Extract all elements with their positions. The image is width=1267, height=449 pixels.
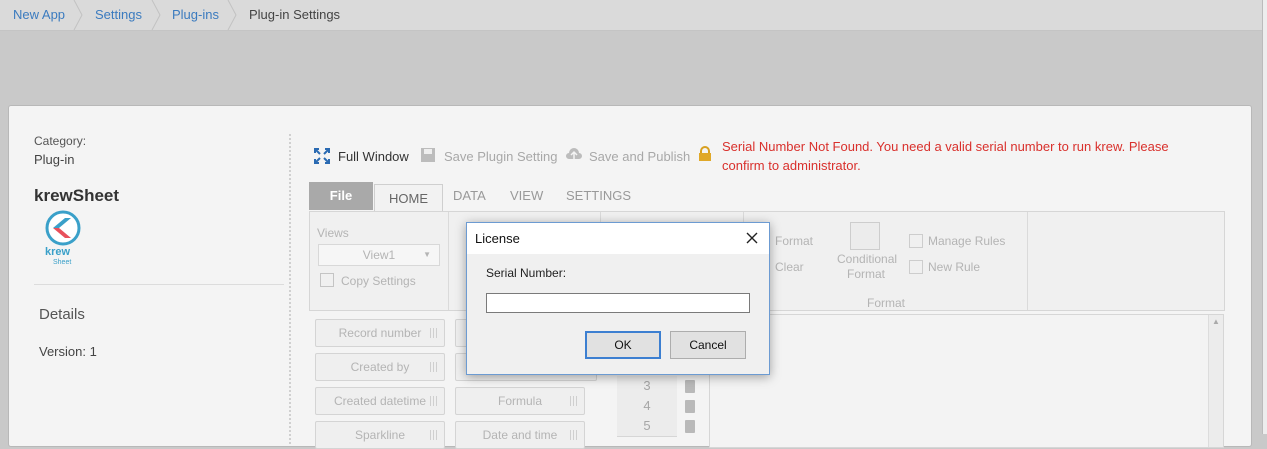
drag-handle-icon (430, 362, 438, 372)
manage-rules-button[interactable]: Manage Rules (928, 234, 1005, 248)
krew-logo: krew Sheet (39, 210, 87, 266)
details-heading: Details (39, 306, 85, 323)
copy-settings-button[interactable]: Copy Settings (341, 274, 416, 288)
cancel-button[interactable]: Cancel (670, 331, 746, 359)
row-number: 3 (617, 376, 677, 397)
drag-handle-icon (570, 430, 578, 440)
close-icon[interactable] (743, 229, 761, 247)
field-label: Formula (497, 394, 542, 408)
document-icon (685, 400, 695, 413)
logo-text: krew (45, 246, 71, 258)
serial-number-label: Serial Number: (486, 266, 567, 280)
drag-handle-icon (430, 396, 438, 406)
field-label: Sparkline (354, 428, 406, 442)
ok-button[interactable]: OK (585, 331, 661, 359)
view-select-value: View1 (362, 248, 396, 262)
page-scrollbar[interactable] (1262, 0, 1267, 434)
logo-sub: Sheet (53, 259, 72, 266)
category-label: Category: (34, 134, 87, 148)
breadcrumb: New App Settings Plug-ins Plug-in Settin… (0, 0, 1267, 31)
copy-icon (320, 273, 334, 287)
new-rule-icon (909, 260, 923, 274)
breadcrumb-new-app[interactable]: New App (13, 7, 65, 22)
clear-button[interactable]: Clear (775, 260, 804, 274)
document-icon (685, 420, 695, 433)
chevron-up-icon: ▲ (1212, 317, 1220, 326)
lock-icon (698, 146, 716, 164)
tab-home[interactable]: HOME (374, 184, 443, 213)
breadcrumb-plugin-settings: Plug-in Settings (249, 7, 341, 22)
format-group-label: Format (867, 296, 906, 310)
field-label: Created by (350, 360, 410, 374)
drag-handle-icon (570, 396, 578, 406)
field-label: Record number (338, 326, 422, 340)
license-dialog: License Serial Number: OK Cancel (466, 222, 770, 375)
breadcrumb-separator (226, 0, 238, 30)
document-icon (685, 380, 695, 393)
views-label: Views (317, 226, 349, 240)
serial-number-input[interactable] (486, 293, 750, 313)
breadcrumb-separator (150, 0, 162, 30)
breadcrumb-settings[interactable]: Settings (95, 7, 142, 22)
sidebar: Category: Plug-in krewSheet krew Sheet D… (9, 106, 289, 446)
format-button[interactable]: Format (775, 234, 813, 248)
breadcrumb-separator (72, 0, 84, 30)
sidebar-divider (34, 284, 284, 285)
drag-handle-icon (430, 430, 438, 440)
field-record-number[interactable]: Record number (315, 319, 445, 347)
save-and-publish-button[interactable]: Save and Publish (589, 149, 690, 164)
sheet-grid[interactable]: ▲ (709, 314, 1224, 448)
view-select[interactable]: View1 ▼ (318, 244, 440, 266)
sidebar-splitter (289, 134, 291, 444)
new-rule-button[interactable]: New Rule (928, 260, 980, 274)
cloud-upload-icon (565, 146, 583, 164)
save-icon (420, 147, 438, 165)
dialog-title: License (475, 231, 520, 246)
save-plugin-setting-button[interactable]: Save Plugin Setting (444, 149, 557, 164)
drag-handle-icon (430, 328, 438, 338)
ribbon-separator (448, 212, 449, 310)
tab-data[interactable]: DATA (453, 182, 486, 210)
row-number: 4 (617, 396, 677, 417)
dialog-header: License (467, 223, 769, 254)
field-label: Created datetime (333, 394, 427, 408)
tab-settings[interactable]: SETTINGS (566, 182, 631, 210)
field-date-and-time[interactable]: Date and time (455, 421, 585, 449)
expand-icon[interactable] (314, 148, 332, 166)
field-sparkline[interactable]: Sparkline (315, 421, 445, 449)
version-text: Version: 1 (39, 344, 97, 359)
field-formula[interactable]: Formula (455, 387, 585, 415)
conditional-format-button[interactable]: Conditional Format (837, 252, 897, 282)
field-created-datetime[interactable]: Created datetime (315, 387, 445, 415)
ribbon-separator (1027, 212, 1028, 310)
manage-rules-icon (909, 234, 923, 248)
sheet-scrollbar[interactable]: ▲ (1208, 315, 1223, 447)
tab-view[interactable]: VIEW (510, 182, 543, 210)
app-name: krewSheet (34, 186, 120, 205)
error-message: Serial Number Not Found. You need a vali… (722, 139, 1169, 173)
category-value: Plug-in (34, 152, 75, 167)
chevron-down-icon: ▼ (423, 250, 431, 259)
field-created-by[interactable]: Created by (315, 353, 445, 381)
tab-file[interactable]: File (309, 182, 373, 210)
conditional-format-icon (850, 222, 880, 250)
breadcrumb-plugins[interactable]: Plug-ins (172, 7, 219, 22)
field-label: Date and time (482, 428, 558, 442)
full-window-button[interactable]: Full Window (338, 149, 409, 164)
